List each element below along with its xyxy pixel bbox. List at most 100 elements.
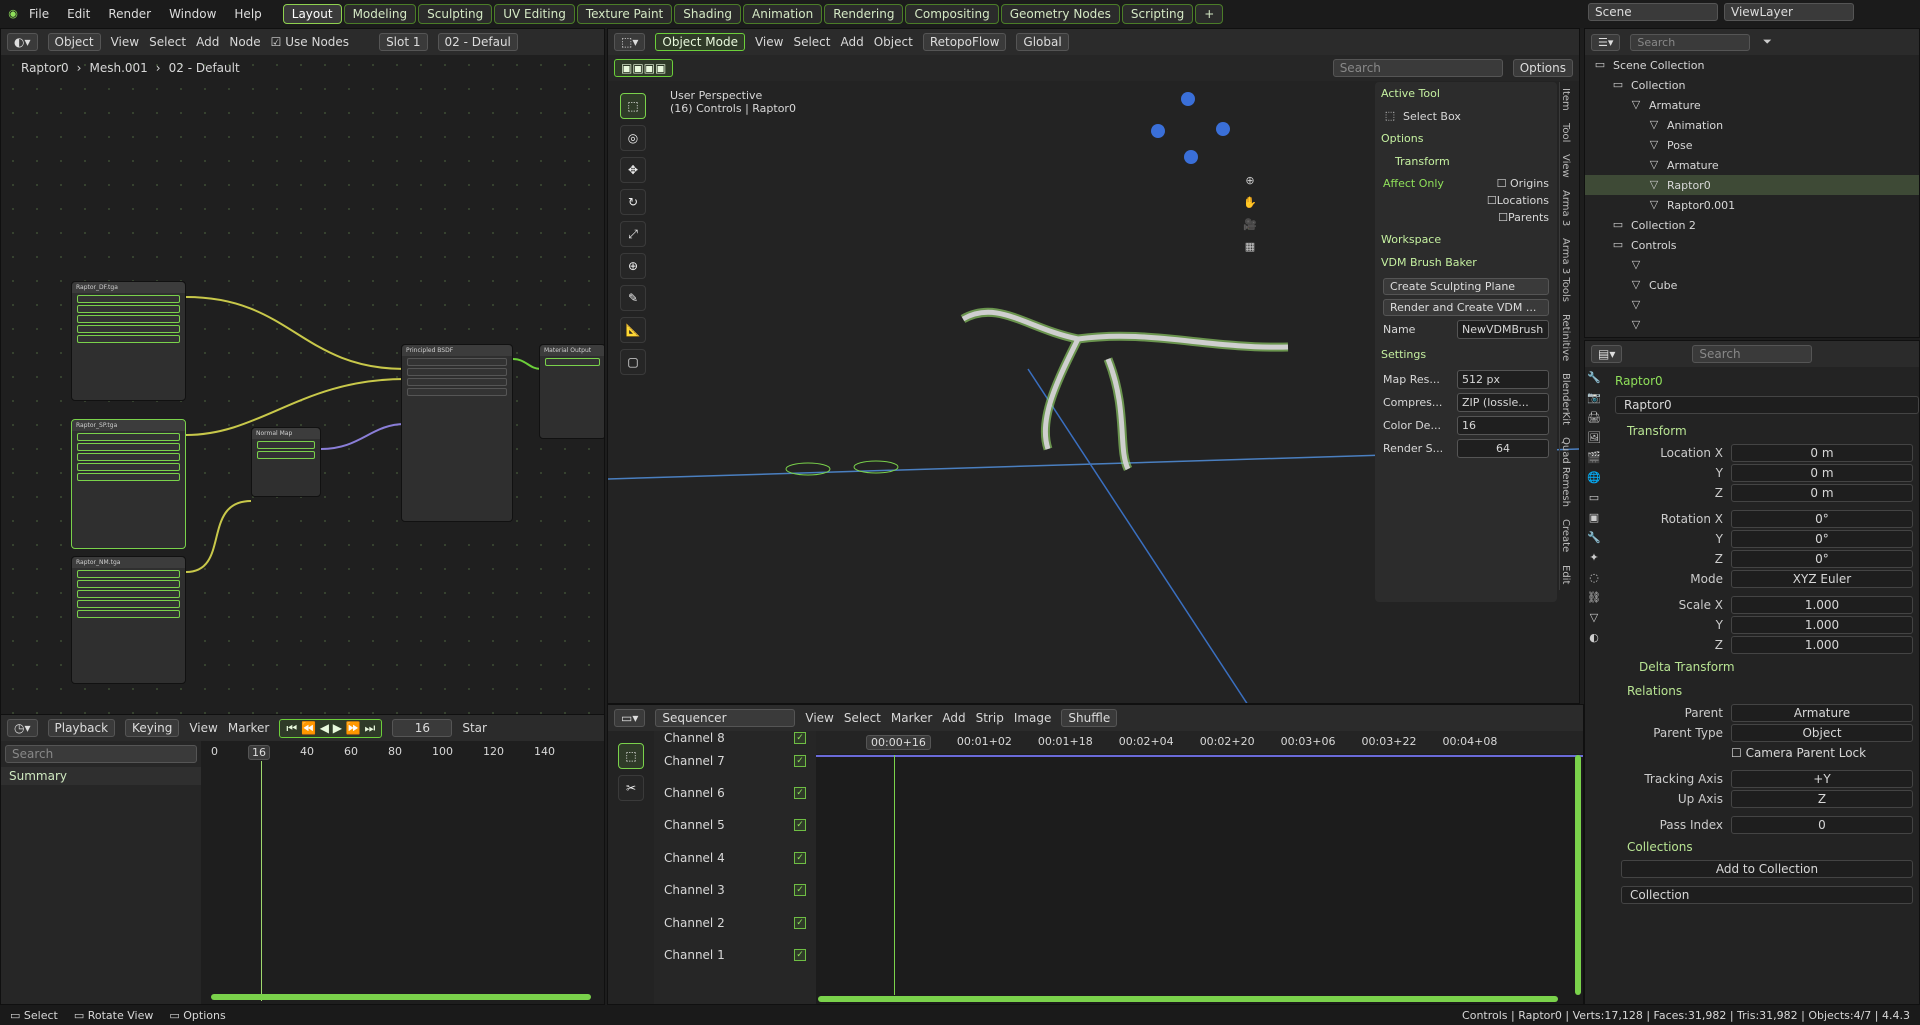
select-tool[interactable]: ⬚ [618,743,644,769]
menu-window[interactable]: Window [160,7,225,21]
summary-row[interactable]: Summary [1,767,201,785]
location-x-field[interactable]: 0 m [1731,444,1913,462]
data-tab-icon[interactable]: ▽ [1587,611,1601,625]
outliner-item[interactable]: ▽ Animation [1585,115,1919,135]
node-image-texture[interactable]: Raptor_NM.tga [71,556,186,684]
properties-editor[interactable]: ▤▾ Search 🔧 📷 🖨 🖼 🎬 🌐 ▭ ▣ 🔧 ✦ ◌ ⛓ ▽ ◐ Raptor0 Raptor0 … [1584,340,1920,1005]
tab-rendering[interactable]: Rendering [824,4,904,24]
menu-render[interactable]: Render [99,7,160,21]
add-workspace-button[interactable]: + [1195,4,1224,24]
origins-checkbox[interactable]: ☐ Origins [1497,177,1549,190]
blade-tool[interactable]: ✂ [618,775,644,801]
rotation-mode-select[interactable]: XYZ Euler [1731,570,1913,588]
editor-type-button[interactable]: ▭▾ [614,709,646,727]
outliner-item[interactable]: ▽ [1585,255,1919,275]
vdm-header[interactable]: VDM Brush Baker [1375,251,1557,274]
pan-hand-icon[interactable]: ✋ [1243,196,1257,210]
outliner-item[interactable]: ▽ Cube [1585,275,1919,295]
vertical-scrollbar[interactable] [1575,755,1581,995]
render-samples-field[interactable]: 64 [1457,439,1549,458]
properties-search-input[interactable]: Search [1692,345,1813,363]
node-image-texture[interactable]: Raptor_SP.tga [71,419,186,549]
tab-blenderkit[interactable]: BlenderKit [1559,367,1571,432]
node-normal-map[interactable]: Normal Map [251,427,321,497]
collection-tab-icon[interactable]: ▭ [1587,491,1601,505]
relations-section[interactable]: Relations [1615,679,1919,703]
menu-marker[interactable]: Marker [891,711,932,725]
zoom-icon[interactable]: ⊕ [1243,174,1257,188]
channel-row[interactable]: Channel 3 ✓ [654,875,816,907]
scene-tab-icon[interactable]: 🎬 [1587,451,1601,465]
channel-row[interactable]: Channel 1 ✓ [654,939,816,972]
tab-texture-paint[interactable]: Texture Paint [576,4,673,24]
filter-icon[interactable]: ⏷ [1760,35,1774,49]
compression-select[interactable]: ZIP (lossle... [1457,393,1549,412]
parent-type-select[interactable]: Object [1731,724,1913,742]
view-layer-select[interactable]: ViewLayer [1724,3,1854,21]
timeline-scrollbar[interactable] [211,994,591,1000]
tool-tab-icon[interactable]: 🔧 [1587,371,1601,385]
outliner[interactable]: ☰▾ Search ⏷ ▭ Scene Collection ▭ Collection ▽ A… [1584,28,1920,338]
tab-animation[interactable]: Animation [743,4,823,24]
menu-view[interactable]: View [805,711,833,725]
shader-editor[interactable]: ◐▾ Object View Select Add Node ☑ Use Nod… [0,28,605,716]
node-principled-bsdf[interactable]: Principled BSDF [401,344,513,522]
tab-compositing[interactable]: Compositing [905,4,999,24]
rotation-z-field[interactable]: 0° [1731,550,1913,568]
keying-menu[interactable]: Keying [125,719,180,737]
sequencer-area[interactable]: 00:00+16 00:01+02 00:01+18 00:02+04 00:02+2… [816,731,1583,1004]
sequencer-mode-select[interactable]: Sequencer [655,709,796,727]
parent-field[interactable]: Armature [1731,704,1913,722]
tab-create[interactable]: Create [1559,513,1571,559]
rotation-x-field[interactable]: 0° [1731,510,1913,528]
menu-view[interactable]: View [189,721,217,735]
channel-row[interactable]: Channel 2 ✓ [654,907,816,940]
channel-checkbox[interactable]: ✓ [794,819,806,832]
parents-checkbox[interactable]: ☐ Parents [1383,211,1549,224]
timeline-editor[interactable]: ◷▾ Playback Keying View Marker ⏮ ⏪ ◀ ▶ ⏩… [0,714,605,1005]
playback-controls[interactable]: ⏮ ⏪ ◀ ▶ ⏩ ⏭ [279,718,383,738]
output-tab-icon[interactable]: 🖨 [1587,411,1601,425]
tab-arma3-tools[interactable]: Arma 3 Tools [1559,232,1571,309]
playback-menu[interactable]: Playback [47,719,116,737]
constraints-tab-icon[interactable]: ⛓ [1587,591,1601,605]
channel-checkbox[interactable]: ✓ [794,949,806,962]
collections-section[interactable]: Collections [1615,835,1919,859]
gizmo-y[interactable] [1216,122,1230,136]
menu-file[interactable]: File [20,7,58,21]
tab-tool[interactable]: Tool [1559,116,1571,149]
channel-checkbox[interactable]: ✓ [794,851,806,864]
gizmo-z[interactable] [1181,92,1195,106]
active-tool-header[interactable]: Active Tool [1375,82,1557,105]
pass-index-field[interactable]: 0 [1731,816,1913,834]
options-header[interactable]: Options [1375,127,1557,150]
blender-logo-icon[interactable]: ◉ [6,7,20,21]
outliner-item[interactable]: ▽ Pose [1585,135,1919,155]
tab-scripting[interactable]: Scripting [1121,4,1194,24]
color-depth-select[interactable]: 16 [1457,416,1549,435]
scene-select[interactable]: Scene [1588,3,1718,21]
camera-icon[interactable]: 🎥 [1243,218,1257,232]
frame-indicator[interactable]: 16 [248,745,270,760]
transform-subheader[interactable]: Transform [1375,150,1557,173]
channel-checkbox[interactable]: ✓ [794,884,806,897]
tab-sculpting[interactable]: Sculpting [418,4,493,24]
name-input[interactable]: NewVDMBrush [1457,320,1549,339]
locations-checkbox[interactable]: ☐ Locations [1383,194,1549,207]
menu-edit[interactable]: Edit [58,7,99,21]
outliner-item[interactable]: ▭ Collection [1585,75,1919,95]
outliner-item[interactable]: ▭ Collection 2 [1585,215,1919,235]
select-box-row[interactable]: ⬚ Select Box [1383,109,1549,123]
tab-view[interactable]: View [1559,148,1571,184]
render-create-vdm-button[interactable]: Render and Create VDM ... [1383,299,1549,316]
editor-type-button[interactable]: ◷▾ [7,719,38,737]
outliner-item[interactable]: ▭ Scene Collection [1585,55,1919,75]
location-y-field[interactable]: 0 m [1731,464,1913,482]
node-material-output[interactable]: Material Output [539,344,604,439]
channel-checkbox[interactable]: ✓ [794,754,806,767]
world-tab-icon[interactable]: 🌐 [1587,471,1601,485]
create-sculpting-plane-button[interactable]: Create Sculpting Plane [1383,278,1549,295]
menu-add[interactable]: Add [942,711,965,725]
object-tab-icon[interactable]: ▣ [1587,511,1601,525]
channel-checkbox[interactable]: ✓ [794,731,806,744]
